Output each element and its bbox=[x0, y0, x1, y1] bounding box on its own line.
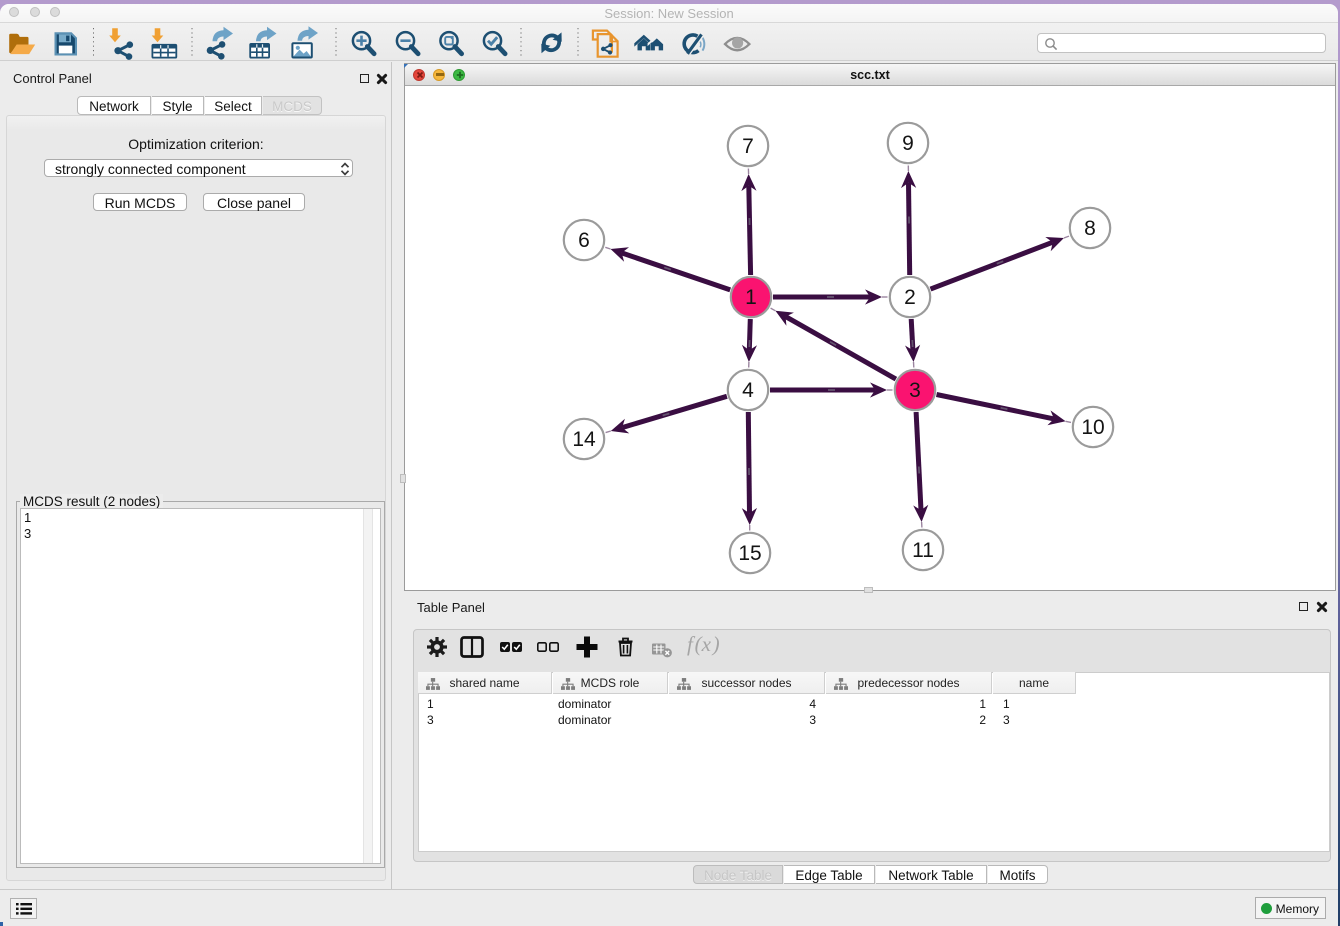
svg-text:7: 7 bbox=[742, 135, 754, 158]
svg-text:4: 4 bbox=[742, 379, 754, 402]
svg-text:3: 3 bbox=[909, 379, 921, 402]
svg-text:10: 10 bbox=[1081, 416, 1104, 439]
svg-text:15: 15 bbox=[738, 542, 761, 565]
svg-text:6: 6 bbox=[578, 229, 590, 252]
svg-text:9: 9 bbox=[902, 132, 914, 155]
svg-text:14: 14 bbox=[572, 428, 596, 451]
svg-text:8: 8 bbox=[1084, 217, 1096, 240]
svg-text:1: 1 bbox=[745, 286, 757, 309]
svg-text:11: 11 bbox=[912, 539, 934, 562]
svg-text:2: 2 bbox=[904, 286, 916, 309]
